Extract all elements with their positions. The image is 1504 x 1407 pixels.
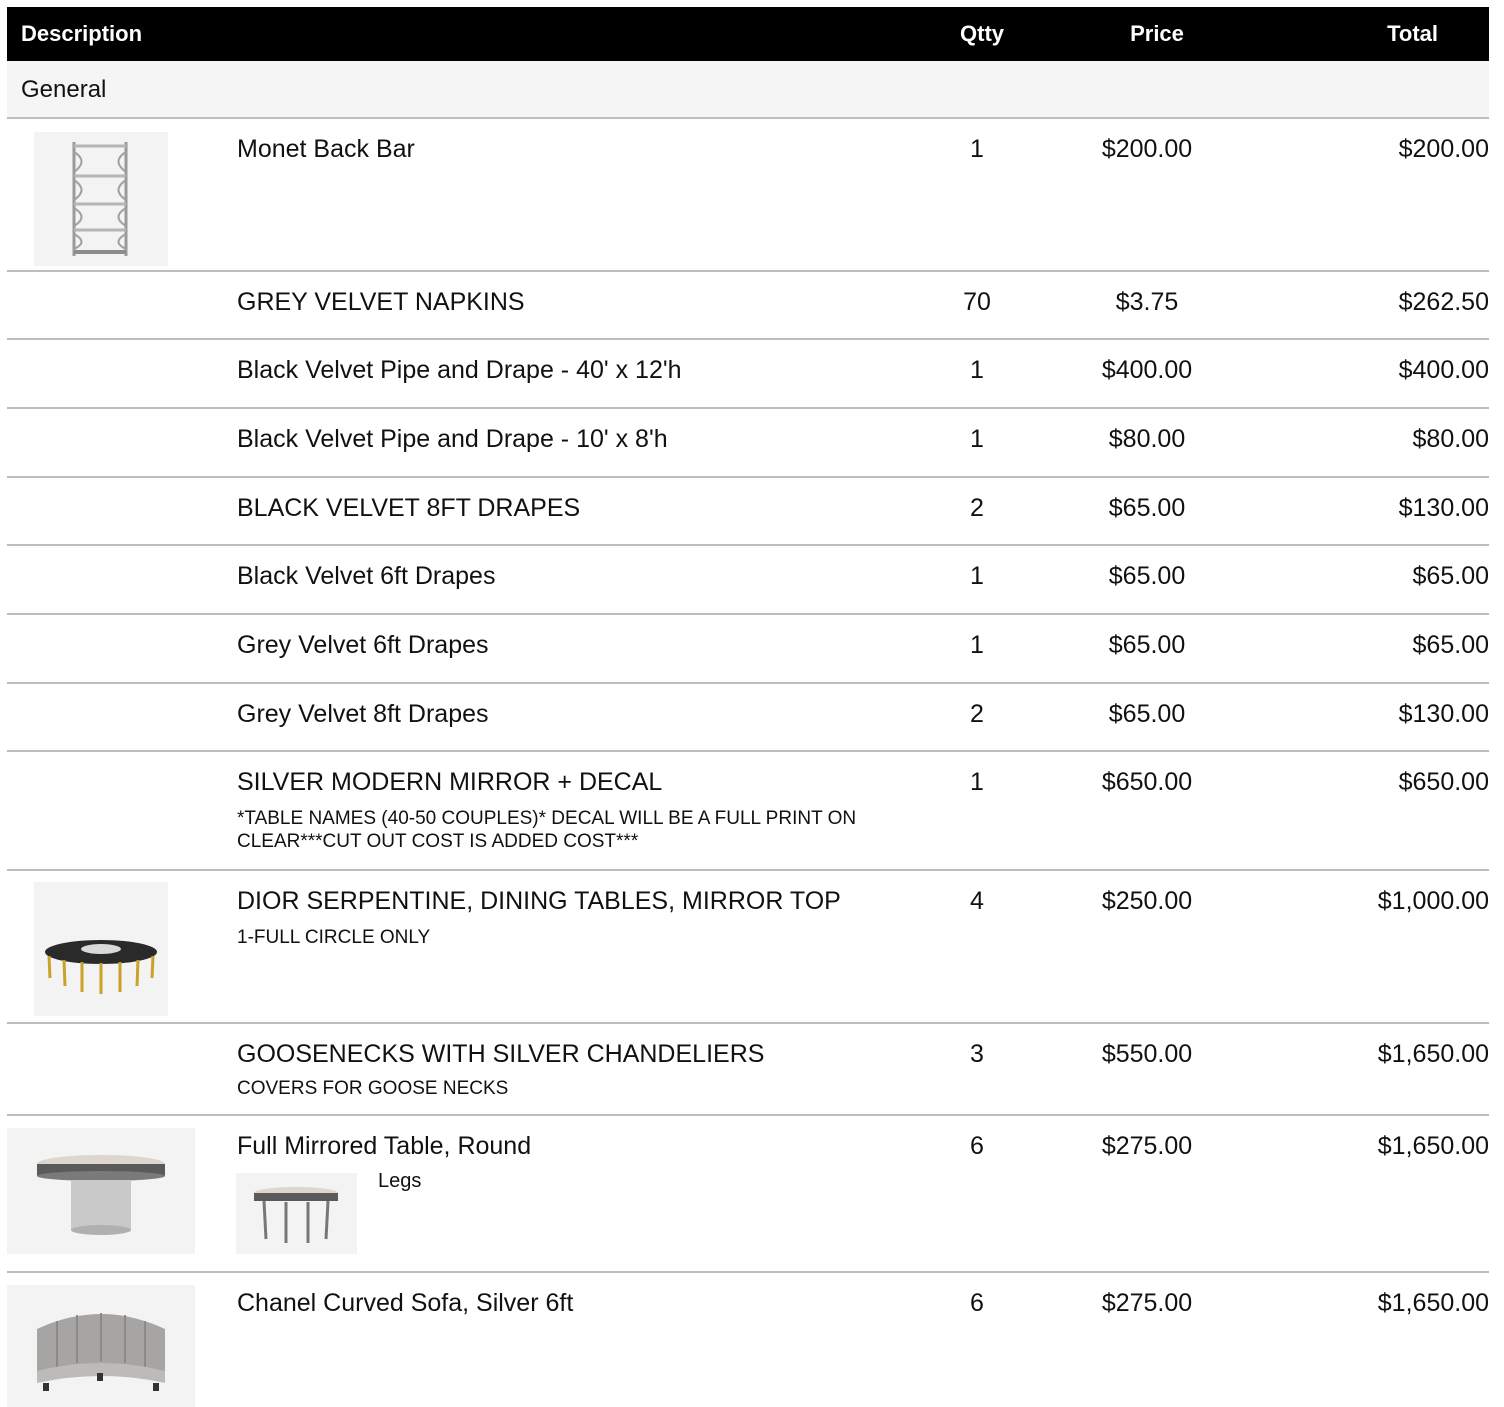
serpentine-table-image-icon	[34, 882, 168, 1016]
table-row: GOOSENECKS WITH SILVER CHANDELIERS COVER…	[7, 1024, 1489, 1116]
item-description: Black Velvet Pipe and Drape - 10' x 8'h	[237, 425, 668, 453]
item-price: $3.75	[1115, 288, 1179, 316]
item-price: $200.00	[1101, 135, 1193, 163]
item-description: Chanel Curved Sofa, Silver 6ft	[237, 1289, 574, 1317]
table-row: BLACK VELVET 8FT DRAPES 2 $65.00 $130.00	[7, 478, 1489, 546]
item-qty: 1	[970, 356, 984, 384]
item-total: $400.00	[1398, 356, 1489, 384]
item-total: $130.00	[1398, 700, 1489, 728]
item-description: GOOSENECKS WITH SILVER CHANDELIERS	[237, 1040, 765, 1068]
item-description: BLACK VELVET 8FT DRAPES	[237, 494, 581, 522]
round-table-image-icon	[7, 1128, 195, 1254]
header-description: Description	[21, 21, 143, 46]
item-qty: 6	[970, 1132, 984, 1160]
table-row: Chanel Curved Sofa, Silver 6ft 6 $275.00…	[7, 1273, 1489, 1407]
item-description: SILVER MODERN MIRROR + DECAL	[237, 768, 663, 796]
table-row: Black Velvet 6ft Drapes 1 $65.00 $65.00	[7, 546, 1489, 615]
item-price: $550.00	[1101, 1040, 1193, 1068]
option-label: Legs	[378, 1170, 422, 1192]
item-price: $400.00	[1101, 356, 1193, 384]
item-description: Black Velvet 6ft Drapes	[237, 562, 496, 590]
group-label: General	[21, 76, 107, 103]
item-total: $262.50	[1398, 288, 1489, 316]
item-price: $275.00	[1101, 1289, 1193, 1317]
item-note: 1-FULL CIRCLE ONLY	[237, 927, 431, 948]
item-description: Grey Velvet 6ft Drapes	[237, 631, 489, 659]
table-row: Grey Velvet 8ft Drapes 2 $65.00 $130.00	[7, 684, 1489, 752]
header-total: Total	[1387, 21, 1438, 46]
item-description: Grey Velvet 8ft Drapes	[237, 700, 489, 728]
item-total: $200.00	[1398, 135, 1489, 163]
table-row: Black Velvet Pipe and Drape - 40' x 12'h…	[7, 340, 1489, 409]
item-price: $650.00	[1101, 768, 1193, 796]
item-total: $65.00	[1412, 631, 1489, 659]
item-qty: 1	[970, 562, 984, 590]
item-price: $65.00	[1108, 631, 1186, 659]
item-total: $80.00	[1412, 425, 1489, 453]
table-row: SILVER MODERN MIRROR + DECAL *TABLE NAME…	[7, 752, 1489, 871]
curved-sofa-image-icon	[7, 1285, 195, 1407]
item-qty: 1	[970, 768, 984, 796]
item-total: $65.00	[1412, 562, 1489, 590]
shelf-image-icon	[34, 132, 168, 266]
table-header: Description Qtty Price Total	[7, 7, 1489, 61]
table-row: Black Velvet Pipe and Drape - 10' x 8'h …	[7, 409, 1489, 478]
item-qty: 2	[970, 494, 984, 522]
item-total: $130.00	[1398, 494, 1489, 522]
item-price: $65.00	[1108, 700, 1186, 728]
item-total: $1,650.00	[1377, 1132, 1489, 1160]
header-qty: Qtty	[960, 21, 1004, 46]
item-price: $275.00	[1101, 1132, 1193, 1160]
item-qty: 70	[963, 288, 991, 316]
table-row: DIOR SERPENTINE, DINING TABLES, MIRROR T…	[7, 871, 1489, 1024]
item-description: Full Mirrored Table, Round	[237, 1132, 532, 1160]
table-row: Monet Back Bar 1 $200.00 $200.00	[7, 119, 1489, 272]
group-row-general: General	[7, 61, 1489, 119]
item-total: $650.00	[1398, 768, 1489, 796]
table-row: Grey Velvet 6ft Drapes 1 $65.00 $65.00	[7, 615, 1489, 684]
item-description: DIOR SERPENTINE, DINING TABLES, MIRROR T…	[237, 887, 841, 915]
header-price: Price	[1130, 21, 1184, 46]
item-qty: 2	[970, 700, 984, 728]
item-total: $1,650.00	[1377, 1289, 1489, 1317]
item-total: $1,650.00	[1377, 1040, 1489, 1068]
table-row: GREY VELVET NAPKINS 70 $3.75 $262.50	[7, 272, 1489, 340]
item-qty: 3	[970, 1040, 984, 1068]
item-note: COVERS FOR GOOSE NECKS	[237, 1078, 509, 1099]
invoice-sheet: Description Qtty Price Total General Mon…	[0, 0, 1504, 1407]
item-price: $65.00	[1108, 562, 1186, 590]
table-row: Full Mirrored Table, Round Legs 6 $275.0…	[7, 1116, 1489, 1273]
item-qty: 4	[970, 887, 984, 915]
item-price: $65.00	[1108, 494, 1186, 522]
item-description: GREY VELVET NAPKINS	[237, 288, 525, 316]
item-qty: 6	[970, 1289, 984, 1317]
round-table-legs-image-icon	[236, 1173, 357, 1254]
item-description: Monet Back Bar	[237, 135, 415, 163]
item-qty: 1	[970, 425, 984, 453]
item-note: *TABLE NAMES (40-50 COUPLES)* DECAL WILL…	[237, 808, 857, 852]
item-qty: 1	[970, 135, 984, 163]
item-qty: 1	[970, 631, 984, 659]
item-total: $1,000.00	[1377, 887, 1489, 915]
item-price: $250.00	[1101, 887, 1193, 915]
item-description: Black Velvet Pipe and Drape - 40' x 12'h	[237, 356, 682, 384]
item-price: $80.00	[1108, 425, 1186, 453]
